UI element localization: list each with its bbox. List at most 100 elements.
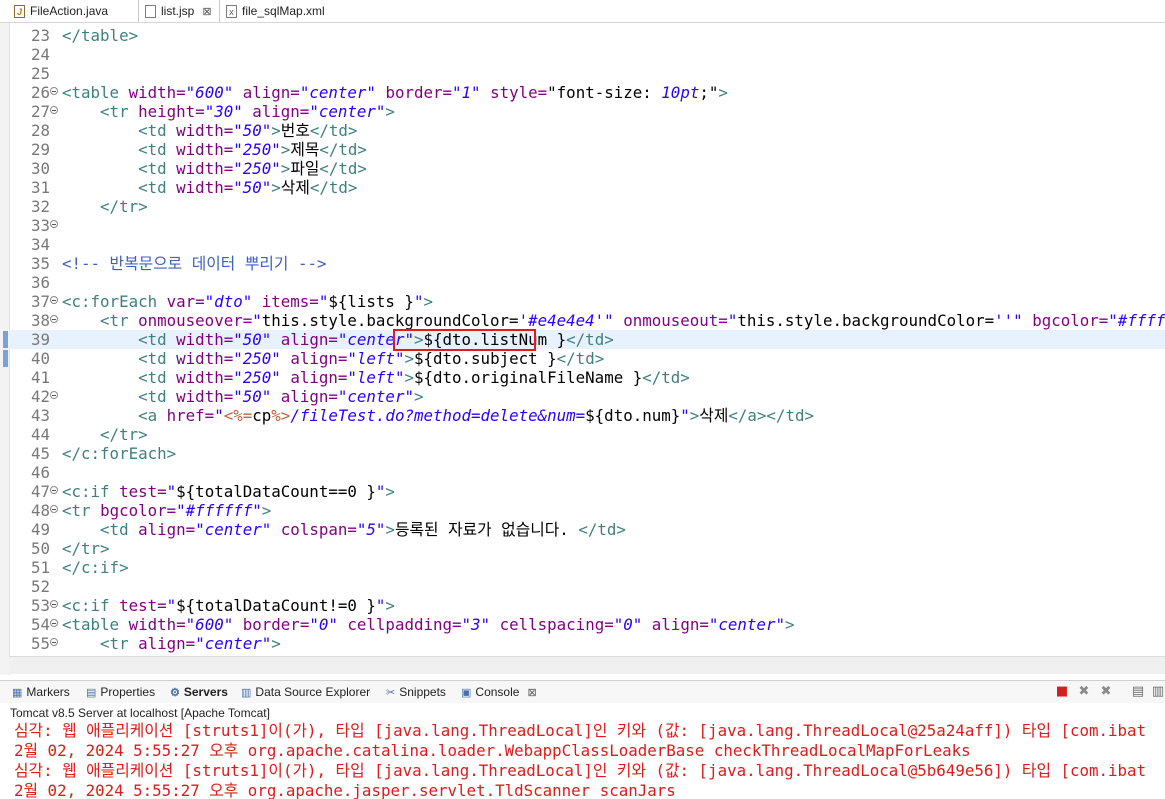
code-text: <tr bgcolor="#ffffff"> [62, 501, 272, 520]
code-line[interactable]: 48 <tr bgcolor="#ffffff"> [9, 501, 1165, 520]
fold-toggle-icon[interactable] [50, 220, 58, 228]
code-line[interactable]: 42 <td width="50" align="center"> [9, 387, 1165, 406]
code-line[interactable]: 24 [9, 45, 1165, 64]
code-text: <c:if test="${totalDataCount!=0 }"> [62, 596, 395, 615]
line-number: 25 [30, 64, 50, 83]
code-line[interactable]: 29 <td width="250">제목</td> [9, 140, 1165, 159]
change-marker [3, 331, 8, 348]
code-line[interactable]: 33 [9, 216, 1165, 235]
change-marker [3, 350, 8, 367]
code-line[interactable]: 40 <td width="250" align="left">${dto.su… [3, 349, 1165, 368]
code-text: <c:forEach var="dto" items="${lists }"> [62, 292, 433, 311]
code-line[interactable]: 50 </tr> [9, 539, 1165, 558]
fold-toggle-icon[interactable] [50, 315, 58, 323]
code-line[interactable]: 27 <tr height="30" align="center"> [9, 102, 1165, 121]
code-line[interactable]: 41 <td width="250" align="left">${dto.or… [9, 368, 1165, 387]
line-number: 55 [30, 634, 50, 653]
console-server-label: Tomcat v8.5 Server at localhost [Apache … [10, 706, 270, 720]
code-text: <td width="50" align="center">${dto.list… [138, 330, 614, 349]
tab-data-source-explorer[interactable]: ▥ Data Source Explorer [241, 683, 370, 701]
fold-toggle-icon[interactable] [50, 486, 58, 494]
console-line: 2월 02, 2024 5:55:27 오후 org.apache.jasper… [14, 781, 676, 799]
tab-label: Servers [183, 685, 228, 699]
code-line[interactable]: 28 <td width="50">번호</td> [9, 121, 1165, 140]
terminate-icon[interactable]: ■ [1054, 684, 1070, 700]
editor-tab-bar: J FileAction.java list.jsp ⊠ x file_sqlM… [0, 0, 1165, 23]
code-line[interactable]: 25 [9, 64, 1165, 83]
code-editor[interactable]: 23 </table> 24 25 26 <table width="600" align… [0, 23, 1165, 675]
tab-list-jsp[interactable]: list.jsp ⊠ [138, 0, 220, 22]
code-text: </tr> [100, 197, 148, 216]
tab-file-sqlmap-xml[interactable]: x file_sqlMap.xml [226, 0, 325, 22]
remove-launch-icon[interactable]: ✖ [1076, 684, 1092, 700]
code-line[interactable]: 35 <!-- 반복문으로 데이터 뿌리기 --> [9, 254, 1165, 273]
tab-label: Properties [100, 685, 156, 699]
tab-label: file_sqlMap.xml [242, 4, 325, 18]
data-source-icon: ▥ [241, 686, 252, 699]
code-line[interactable]: 54 <table width="600" border="0" cellpadd… [9, 615, 1165, 634]
tab-markers[interactable]: ▦ Markers [12, 683, 70, 701]
code-line[interactable]: 30 <td width="250">파일</td> [9, 159, 1165, 178]
tab-servers[interactable]: ⚙ Servers [170, 683, 228, 701]
line-number: 49 [30, 520, 50, 539]
xml-file-icon: x [226, 4, 237, 18]
fold-toggle-icon[interactable] [50, 638, 58, 646]
servers-icon: ⚙ [170, 686, 180, 699]
jsp-file-icon [145, 4, 156, 18]
code-line[interactable]: 44 </tr> [9, 425, 1165, 444]
fold-toggle-icon[interactable] [50, 296, 58, 304]
fold-toggle-icon[interactable] [50, 619, 58, 627]
tab-label: Markers [26, 685, 70, 699]
line-number: 34 [30, 235, 50, 254]
tab-label: Data Source Explorer [255, 685, 371, 699]
fold-toggle-icon[interactable] [50, 600, 58, 608]
code-line[interactable]: 36 [9, 273, 1165, 292]
line-number: 23 [30, 26, 50, 45]
line-number: 44 [30, 425, 50, 444]
tab-snippets[interactable]: ✂ Snippets [386, 683, 446, 701]
code-line[interactable]: 51 </c:if> [9, 558, 1165, 577]
code-line[interactable]: 34 [9, 235, 1165, 254]
code-line[interactable]: 49 <td align="center" colspan="5">등록된 자료… [9, 520, 1165, 539]
tab-fileaction-java[interactable]: J FileAction.java [14, 0, 108, 22]
code-line[interactable]: 31 <td width="50">삭제</td> [9, 178, 1165, 197]
tab-properties[interactable]: ▤ Properties [86, 683, 155, 701]
fold-toggle-icon[interactable] [50, 106, 58, 114]
line-number: 40 [30, 349, 50, 368]
tab-label: Console [475, 685, 520, 699]
code-line[interactable]: 37 <c:forEach var="dto" items="${lists }"… [9, 292, 1165, 311]
code-line[interactable]: 43 <a href="<%=cp%>/fileTest.do?method=d… [9, 406, 1165, 425]
code-line[interactable]: 46 [9, 463, 1165, 482]
line-number: 38 [30, 311, 50, 330]
code-line[interactable]: 38 <tr onmouseover="this.style.backgroun… [9, 311, 1165, 330]
code-text: <tr height="30" align="center"> [100, 102, 395, 121]
line-number: 37 [30, 292, 50, 311]
fold-toggle-icon[interactable] [50, 391, 58, 399]
code-line[interactable]: 26 <table width="600" align="center" bord… [9, 83, 1165, 102]
remove-all-icon[interactable]: ✖ [1098, 684, 1114, 700]
line-number: 53 [30, 596, 50, 615]
horizontal-scrollbar[interactable] [9, 656, 1165, 674]
close-tab-icon[interactable]: ⊠ [527, 686, 536, 699]
properties-icon: ▤ [86, 686, 97, 699]
console-icon: ▣ [461, 686, 472, 699]
close-tab-icon[interactable]: ⊠ [202, 5, 211, 18]
code-line[interactable]: 52 [9, 577, 1165, 596]
code-text: </tr> [62, 539, 110, 558]
code-line[interactable]: 32 </tr> [9, 197, 1165, 216]
line-number: 50 [30, 539, 50, 558]
line-number: 32 [30, 197, 50, 216]
fold-toggle-icon[interactable] [50, 505, 58, 513]
code-line[interactable]: 45 </c:forEach> [9, 444, 1165, 463]
clear-console-icon[interactable]: ▤ [1130, 684, 1146, 700]
code-line[interactable]: 47 <c:if test="${totalDataCount==0 }"> [9, 482, 1165, 501]
tab-label: list.jsp [161, 4, 195, 18]
scroll-lock-icon[interactable]: ▥ [1150, 684, 1165, 700]
code-line[interactable]: 53 <c:if test="${totalDataCount!=0 }"> [9, 596, 1165, 615]
tab-console[interactable]: ▣ Console ⊠ [461, 683, 537, 701]
code-line[interactable]: 39 <td width="50" align="center">${dto.l… [3, 330, 1165, 349]
code-line[interactable]: 55 <tr align="center"> [9, 634, 1165, 653]
line-number: 33 [30, 216, 50, 235]
fold-toggle-icon[interactable] [50, 87, 58, 95]
code-line[interactable]: 23 </table> [9, 26, 1165, 45]
